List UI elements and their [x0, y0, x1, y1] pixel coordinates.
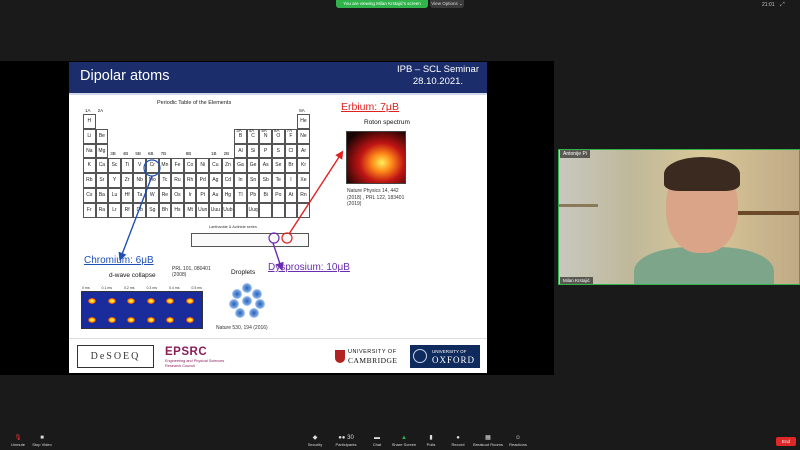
top-bar: You are viewing Milan Krstajić's screen … [0, 0, 800, 10]
oxford-line1: UNIVERSITY OF [432, 349, 467, 354]
roton-reference: Nature Physics 14, 442 (2018) , PRL 122,… [347, 188, 405, 207]
dwave-time-label: 0.2 ms [124, 286, 135, 290]
droplets-reference: Nature 530, 194 (2016) [216, 325, 268, 331]
participant-video-tile[interactable]: Antonije Pi Milan Krstajić [558, 149, 800, 285]
cambridge-shield-icon [335, 350, 345, 363]
dwave-time-label: 0 ms [82, 286, 90, 290]
dwave-cloud [166, 298, 174, 304]
dwave-cloud [185, 317, 194, 323]
reactions-label: Reactions [509, 442, 527, 447]
erbium-highlight [281, 232, 293, 244]
dwave-reference: PRL 101, 080401 (2008) [172, 266, 211, 278]
dwave-time-label: 0.5 ms [191, 286, 202, 290]
video-camera-icon: ■ [40, 435, 44, 441]
dysprosium-label: Dysprosium: 10μB [268, 262, 350, 273]
roton-spectrum-image [346, 131, 406, 184]
dwave-time-label: 0.1 ms [101, 286, 113, 290]
reactions-button[interactable]: ☺ Reactions [500, 432, 536, 450]
presentation-slide: Dipolar atoms IPB – SCL Seminar 28.10.20… [69, 62, 487, 373]
droplet [249, 308, 259, 318]
dwave-cloud [107, 317, 116, 323]
droplet [235, 308, 245, 318]
droplet [242, 283, 252, 293]
dwave-cloud [88, 317, 96, 323]
cambridge-line1: UNIVERSITY OF [348, 349, 397, 355]
dwave-cloud [166, 317, 174, 323]
droplet [252, 289, 262, 299]
time-label: 21:01 [762, 2, 775, 8]
oxford-line2: OXFORD [432, 355, 476, 365]
reactions-icon: ☺ [514, 435, 522, 441]
oxford-seal-icon [413, 349, 427, 363]
dwave-collapse-title: d-wave collapse [109, 272, 156, 279]
dysprosium-highlight [268, 232, 280, 244]
droplet [255, 299, 265, 309]
view-options-button[interactable]: View Options ⌄ [430, 0, 464, 8]
dwave-cloud [146, 317, 155, 323]
chromium-arrow [118, 175, 153, 261]
participants-count: 30 [347, 435, 354, 441]
desoeq-logo: DeSOEQ [77, 345, 154, 368]
dwave-cloud [107, 298, 116, 304]
cambridge-logo: UNIVERSITY OF CAMBRIDGE [335, 347, 405, 366]
erbium-arrow [288, 150, 344, 235]
dwave-cloud [185, 298, 194, 304]
dwave-cloud [88, 298, 96, 304]
droplets-title: Droplets [231, 269, 256, 276]
active-speaker-border [558, 149, 800, 285]
droplet [232, 289, 242, 299]
roton-spectrum-title: Roton spectrum [364, 119, 410, 126]
dwave-cloud [127, 298, 135, 304]
end-meeting-button[interactable]: End [776, 437, 796, 446]
epsrc-logo: EPSRC [165, 346, 208, 358]
oxford-logo: UNIVERSITY OF OXFORD [410, 345, 480, 368]
dwave-time-labels: 0 ms 0.1 ms 0.2 ms 0.3 ms 0.4 ms 0.5 ms [82, 286, 202, 290]
epsrc-subtitle: Engineering and Physical Sciences Resear… [165, 359, 225, 368]
droplets-image [227, 281, 267, 321]
chromium-label: Chromium: 6μB [84, 255, 154, 266]
stop-video-button[interactable]: ■ Stop Video [24, 432, 60, 450]
stop-video-label: Stop Video [32, 442, 52, 447]
dwave-time-label: 0.4 ms [168, 286, 180, 290]
erbium-label: Erbium: 7μB [341, 101, 399, 113]
screen-share-banner[interactable]: You are viewing Milan Krstajić's screen [336, 0, 428, 8]
dwave-collapse-image [81, 291, 203, 329]
droplet [242, 296, 252, 306]
meeting-toolbar: 🎙 Unmute ■ Stop Video ◆ Security ●● 30 P… [0, 432, 800, 450]
dwave-cloud [146, 298, 155, 304]
dwave-time-label: 0.3 ms [146, 286, 157, 290]
fullscreen-icon[interactable]: ⤢ [780, 2, 785, 9]
chromium-highlight [143, 159, 161, 177]
dwave-cloud [127, 317, 135, 323]
cambridge-line2: CAMBRIDGE [348, 356, 398, 365]
logo-bar: DeSOEQ EPSRC Engineering and Physical Sc… [69, 338, 487, 373]
